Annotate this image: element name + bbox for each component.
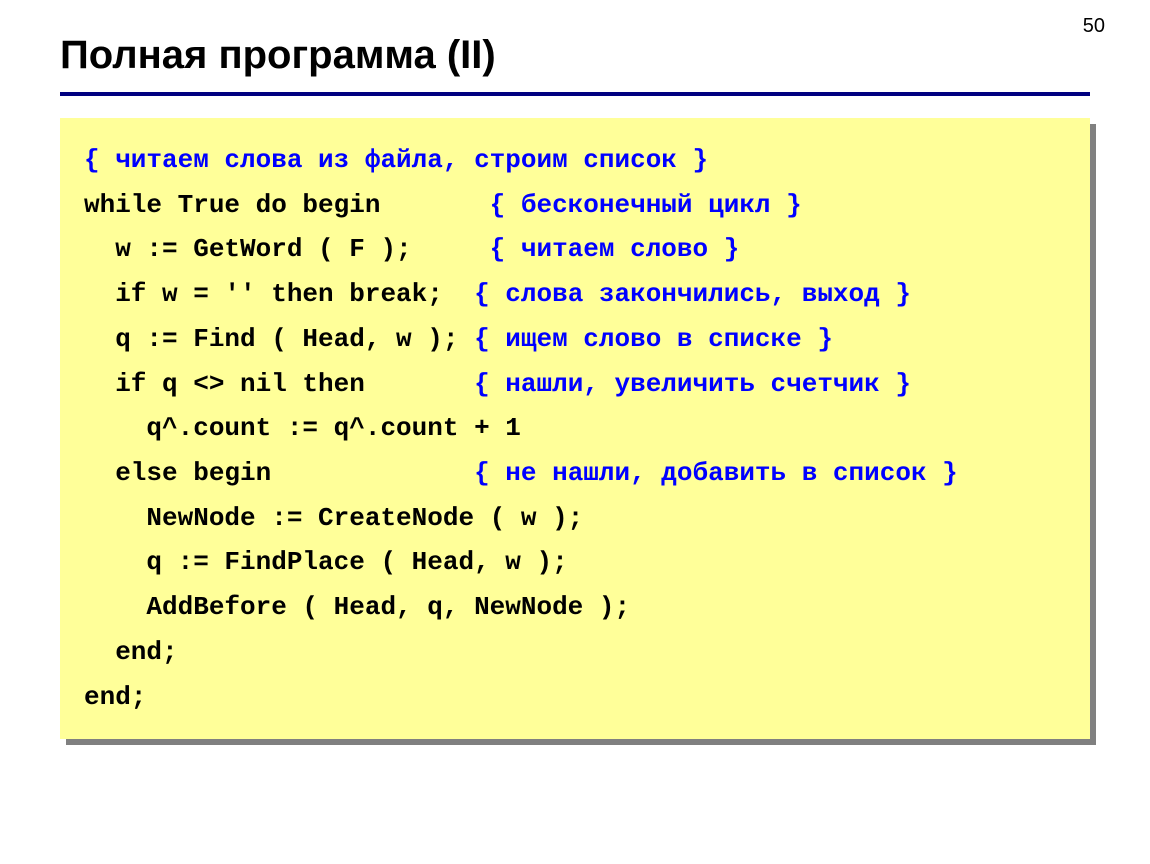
slide-title: Полная программа (II) <box>60 33 1090 78</box>
title-rule <box>60 92 1090 96</box>
code-text: q^.count := q^.count + 1 <box>84 413 521 443</box>
code-text: if q <> nil then <box>84 369 365 399</box>
code-text: NewNode := CreateNode ( w ); <box>84 503 583 533</box>
code-comment: { слова закончились, выход } <box>474 279 911 309</box>
code-text: end; <box>84 682 146 712</box>
code-text: q := Find ( Head, w ); <box>84 324 458 354</box>
code-comment: { читаем слово } <box>490 234 740 264</box>
code-comment: { нашли, увеличить счетчик } <box>474 369 911 399</box>
code-text: if w = '' then break; <box>84 279 443 309</box>
code-text: while True do begin <box>84 190 380 220</box>
code-block-wrapper: { читаем слова из файла, строим список }… <box>60 118 1090 739</box>
code-text: w := GetWord ( F ); <box>84 234 412 264</box>
code-block: { читаем слова из файла, строим список }… <box>60 118 1090 739</box>
code-comment: { читаем слова из файла, строим список } <box>84 145 708 175</box>
code-text: else begin <box>84 458 271 488</box>
slide: 50 Полная программа (II) { читаем слова … <box>0 0 1150 864</box>
code-comment: { бесконечный цикл } <box>490 190 802 220</box>
code-text: AddBefore ( Head, q, NewNode ); <box>84 592 630 622</box>
code-comment: { ищем слово в списке } <box>474 324 833 354</box>
code-text: end; <box>84 637 178 667</box>
code-comment: { не нашли, добавить в список } <box>474 458 958 488</box>
code-text: q := FindPlace ( Head, w ); <box>84 547 568 577</box>
page-number: 50 <box>1083 15 1105 38</box>
